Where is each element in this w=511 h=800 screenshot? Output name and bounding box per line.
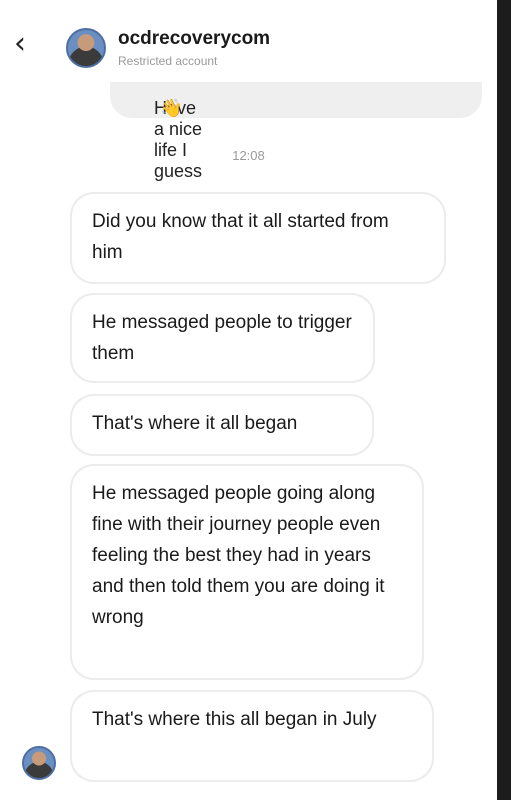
account-status: Restricted account	[118, 54, 218, 68]
message-text: That's where it all began	[92, 413, 298, 434]
chevron-left-icon: ‹	[14, 26, 26, 61]
chat-header: ‹ ocdrecoverycom Restricted account	[0, 0, 497, 82]
waving-hand-icon: 👋	[160, 98, 183, 118]
message-timestamp: 12:08	[232, 148, 265, 163]
screen-edge	[497, 0, 511, 800]
message-text: He messaged people to trigger them	[92, 312, 352, 364]
username[interactable]: ocdrecoverycom	[118, 28, 270, 50]
sender-avatar[interactable]	[22, 746, 56, 780]
received-message-bubble[interactable]: He messaged people going along fine with…	[70, 464, 424, 680]
received-message-bubble[interactable]: That's where this all began in July	[70, 690, 434, 782]
message-text: Did you know that it all started from hi…	[92, 211, 389, 263]
received-message-bubble[interactable]: That's where it all began	[70, 394, 374, 456]
received-message-bubble[interactable]: He messaged people to trigger them	[70, 293, 375, 383]
received-message-bubble[interactable]: Did you know that it all started from hi…	[70, 192, 446, 284]
message-text: That's where this all began in July	[92, 709, 377, 730]
back-button[interactable]: ‹	[14, 24, 44, 64]
message-text: He messaged people going along fine with…	[92, 483, 385, 628]
profile-avatar[interactable]	[66, 28, 106, 68]
